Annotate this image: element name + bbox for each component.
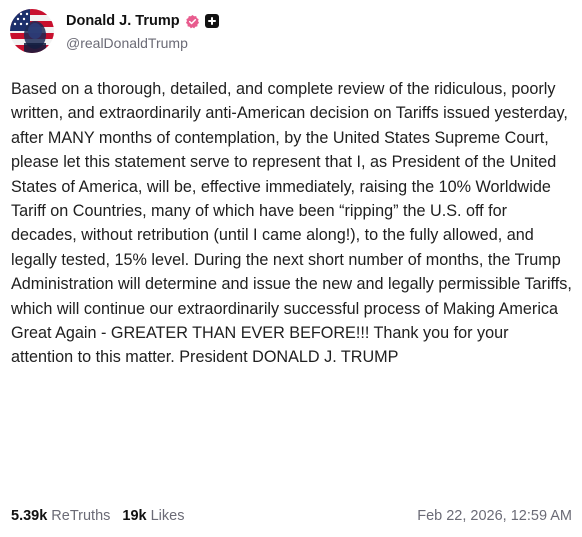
retruths-label: ReTruths <box>51 508 111 524</box>
author-display-name[interactable]: Donald J. Trump <box>66 13 180 29</box>
post-text: Based on a thorough, detailed, and compl… <box>11 80 572 367</box>
name-row: Donald J. Trump <box>66 11 219 31</box>
flag-portrait-avatar-icon <box>10 9 54 53</box>
likes-count: 19k <box>122 508 147 524</box>
retruths-count: 5.39k <box>11 508 48 524</box>
likes-label: Likes <box>150 508 185 524</box>
post-footer: 5.39k ReTruths 19k Likes Feb 22, 2026, 1… <box>11 506 572 526</box>
avatar[interactable] <box>10 9 54 53</box>
likes-stat[interactable]: 19k Likes <box>122 508 184 524</box>
plus-badge-icon <box>204 14 219 28</box>
author-identity: Donald J. Trump @realDonaldTrump <box>66 11 219 51</box>
verified-badge-icon <box>185 14 200 29</box>
post-card: Donald J. Trump @realDonaldTrump Based o… <box>0 0 582 537</box>
author-handle[interactable]: @realDonaldTrump <box>66 35 219 51</box>
post-timestamp[interactable]: Feb 22, 2026, 12:59 AM <box>417 508 572 524</box>
retruths-stat[interactable]: 5.39k ReTruths <box>11 508 110 524</box>
post-header: Donald J. Trump @realDonaldTrump <box>10 8 219 54</box>
